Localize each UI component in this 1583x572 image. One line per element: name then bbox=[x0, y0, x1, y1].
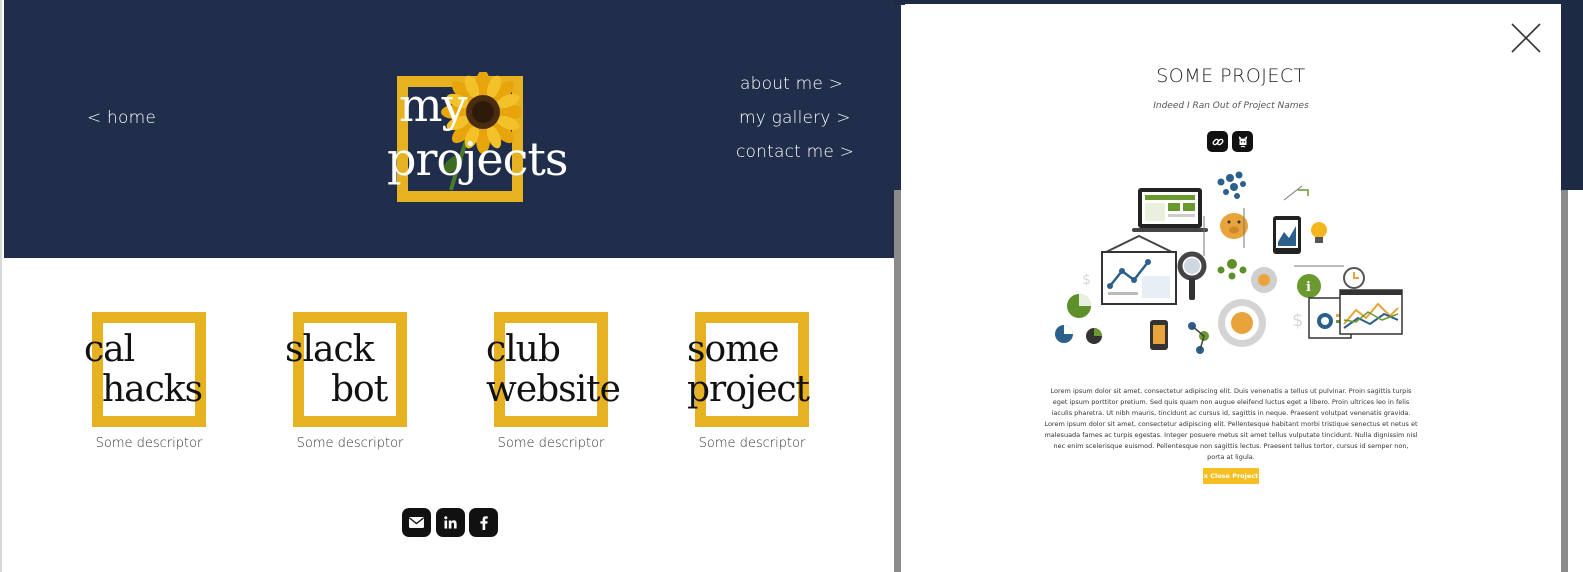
nav-home-link[interactable]: < home bbox=[87, 108, 156, 128]
svg-text:$: $ bbox=[1292, 310, 1303, 331]
scrollbar-track-right[interactable] bbox=[1561, 190, 1568, 572]
link-icon bbox=[1212, 138, 1223, 145]
close-project-button[interactable]: x Close Project bbox=[1203, 468, 1259, 484]
logo-word-my: my bbox=[399, 78, 468, 132]
linkedin-icon bbox=[444, 516, 457, 529]
linkedin-button[interactable] bbox=[436, 508, 465, 537]
svg-text:$: $ bbox=[1082, 272, 1091, 288]
project-github-button[interactable] bbox=[1232, 131, 1253, 152]
tile-title-line1: cal bbox=[84, 329, 135, 370]
close-icon[interactable] bbox=[1510, 22, 1542, 54]
projects-page: < home about me > my gallery > contact m… bbox=[0, 0, 905, 572]
modal-description: Lorem ipsum dolor sit amet, consectetur … bbox=[1044, 387, 1418, 461]
project-tile-slack-bot[interactable]: slack bot Some descriptor bbox=[285, 312, 435, 462]
tile-title-line2: bot bbox=[331, 369, 388, 410]
svg-text:i: i bbox=[1306, 280, 1311, 295]
facebook-icon bbox=[479, 515, 488, 530]
nav-about-link[interactable]: about me > bbox=[740, 74, 843, 94]
github-icon bbox=[1238, 135, 1247, 148]
email-button[interactable] bbox=[402, 508, 431, 537]
tile-title-line2: website bbox=[486, 369, 621, 410]
nav-gallery-link[interactable]: my gallery > bbox=[739, 108, 851, 128]
facebook-button[interactable] bbox=[469, 508, 498, 537]
tile-title-line1: slack bbox=[285, 329, 374, 370]
project-tile-club-website[interactable]: club website Some descriptor bbox=[486, 312, 636, 462]
tile-descriptor: Some descriptor bbox=[95, 436, 203, 451]
project-tile-some-project[interactable]: some project Some descriptor bbox=[687, 312, 837, 462]
tile-descriptor: Some descriptor bbox=[698, 436, 806, 451]
tile-title-line2: project bbox=[687, 369, 810, 410]
backdrop-right-top bbox=[1561, 0, 1583, 190]
tile-title-line1: some bbox=[687, 329, 780, 370]
backdrop-top bbox=[894, 0, 1583, 4]
tile-descriptor: Some descriptor bbox=[497, 436, 605, 451]
tile-title-line2: hacks bbox=[102, 369, 203, 410]
project-modal: SOME PROJECT Indeed I Ran Out of Project… bbox=[901, 5, 1561, 572]
tile-title-line1: club bbox=[486, 329, 561, 370]
modal-subtitle: Indeed I Ran Out of Project Names bbox=[1153, 101, 1309, 111]
modal-title: SOME PROJECT bbox=[1156, 65, 1306, 87]
project-illustration: i $ $ bbox=[1055, 171, 1403, 354]
logo-word-projects: projects bbox=[387, 132, 568, 186]
page-logo: my projects bbox=[385, 72, 568, 204]
tile-descriptor: Some descriptor bbox=[296, 436, 404, 451]
envelope-icon bbox=[409, 517, 424, 528]
nav-contact-link[interactable]: contact me > bbox=[736, 142, 854, 162]
project-link-button[interactable] bbox=[1207, 131, 1228, 152]
project-tile-cal-hacks[interactable]: cal hacks Some descriptor bbox=[84, 312, 234, 462]
hero-header: < home about me > my gallery > contact m… bbox=[4, 0, 905, 258]
